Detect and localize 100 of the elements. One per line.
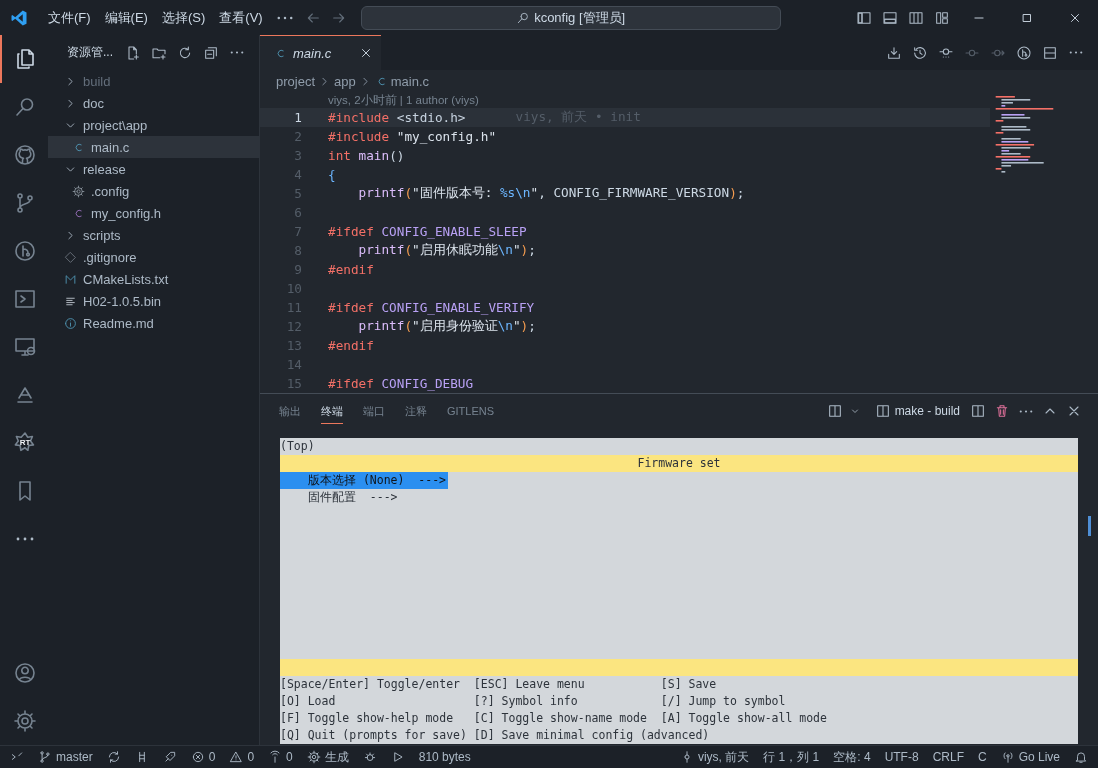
status-item[interactable]: 0 <box>264 750 297 764</box>
line-number: 7 <box>293 224 302 239</box>
broadcast-icon <box>1000 750 1015 764</box>
status-item[interactable]: Go Live <box>996 750 1064 764</box>
account-icon <box>13 661 37 685</box>
menu-entry[interactable]: 固件配置 ---> <box>280 489 400 506</box>
code-line: #endif <box>328 338 374 353</box>
line-number: 1 <box>293 110 302 125</box>
line-number: 6 <box>293 205 302 220</box>
tree-item[interactable]: doc <box>48 92 259 114</box>
menu-item[interactable]: 查看(V) <box>213 5 269 30</box>
antenna-icon <box>268 750 283 764</box>
line-number: 8 <box>293 243 302 258</box>
tree-item[interactable]: CMakeLists.txt <box>48 268 259 290</box>
status-item[interactable]: 生成 <box>302 748 353 766</box>
c-file-icon <box>274 46 287 60</box>
vscode-logo-icon <box>10 8 28 27</box>
panel-tab[interactable]: 注释 <box>405 398 427 424</box>
help-line: [Q] Quit (prompts for save) [D] Save minimal config (advanced) <box>280 727 711 744</box>
code-line: #ifdef CONFIG_ENABLE_VERIFY <box>328 300 535 315</box>
close-icon[interactable] <box>359 46 373 60</box>
status-item[interactable]: CRLF <box>928 750 968 764</box>
status-item[interactable]: 空格: 4 <box>829 748 875 766</box>
line-number: 9 <box>293 262 302 277</box>
status-item[interactable]: 行 1，列 1 <box>759 748 824 766</box>
terminal-selector[interactable]: make - build <box>872 401 960 421</box>
help-line: [O] Load [?] Symbol info [/] Jump to symbol <box>280 693 787 710</box>
logo-label: RT <box>18 438 32 448</box>
code-line: printf("启用休眠功能\n"); <box>357 242 536 259</box>
code-line: printf("固件版本号: %s\n", CONFIG_FIRMWARE_VERSION); <box>357 185 745 202</box>
panel-tab[interactable]: GITLENS <box>447 400 495 422</box>
terminal-screen[interactable] <box>280 438 1078 744</box>
menu-item[interactable]: 文件(F) <box>42 5 97 30</box>
diamond-icon <box>64 250 77 264</box>
line-number: 2 <box>293 129 302 144</box>
line-number: 4 <box>293 167 302 182</box>
help-line: [F] Toggle show-help mode [C] Toggle show-name mode [A] Toggle show-all mode <box>280 710 828 727</box>
explorer-title: 资源管... <box>67 44 113 61</box>
panel-tab[interactable]: 端口 <box>363 398 385 424</box>
editor-tab[interactable]: main.c <box>260 35 381 70</box>
settings-icon <box>13 709 37 733</box>
status-item[interactable]: 810 bytes <box>414 750 475 764</box>
panel-tab[interactable]: 输出 <box>279 398 301 424</box>
line-number: 3 <box>293 148 302 163</box>
tree-item[interactable]: release <box>48 158 259 180</box>
terminal-icon <box>13 287 37 311</box>
line-number: 15 <box>285 376 302 391</box>
line-number: 13 <box>285 338 302 353</box>
gear-icon <box>72 184 85 198</box>
status-item[interactable]: 0 <box>225 750 259 764</box>
status-item[interactable]: viys, 前天 <box>675 748 754 766</box>
line-number: 10 <box>285 281 302 296</box>
line-number: 14 <box>285 357 302 372</box>
tree-item[interactable]: H02-1.0.5.bin <box>48 290 259 312</box>
code-line: #include <stdio.h> <box>328 110 466 125</box>
tree-item[interactable]: main.c <box>48 136 259 158</box>
panel-tab[interactable]: 终端 <box>321 398 343 424</box>
breadcrumb-item[interactable]: main.c <box>390 73 430 89</box>
tree-item[interactable]: my_config.h <box>48 202 259 224</box>
line-number: 11 <box>285 300 302 315</box>
warning-icon <box>229 750 244 764</box>
codelens[interactable]: viys, 2小时前 | 1 author (viys) <box>328 92 479 108</box>
c-file-icon <box>72 206 85 220</box>
code-line: #include "my_config.h" <box>328 129 497 144</box>
code-line: #ifdef CONFIG_ENABLE_SLEEP <box>328 224 527 239</box>
menu-item[interactable]: 选择(S) <box>155 5 212 30</box>
breadcrumb-item[interactable]: project <box>276 73 316 89</box>
status-item[interactable]: UTF-8 <box>880 750 923 764</box>
code-line: #ifdef CONFIG_DEBUG <box>328 376 474 391</box>
command-center[interactable]: kconfig [管理员] <box>360 5 781 30</box>
code-line: printf("启用身份验证\n"); <box>357 318 536 335</box>
m-file-icon <box>64 272 77 286</box>
menu-title-bar: Firmware set <box>280 455 1078 472</box>
activity-item[interactable]: RT <box>0 419 48 467</box>
tree-item[interactable]: Readme.md <box>48 312 259 334</box>
code-line: int main() <box>328 148 405 163</box>
line-number: 5 <box>293 186 302 201</box>
search-icon <box>516 10 531 25</box>
help-line: [Space/Enter] Toggle/enter [ESC] Leave menu [S] Save <box>280 676 718 693</box>
code-line: { <box>328 167 336 182</box>
menu-item[interactable]: 编辑(E) <box>98 5 154 30</box>
line-number: 12 <box>285 319 302 334</box>
status-item[interactable]: 0 <box>186 750 220 764</box>
c-file-icon <box>72 140 85 154</box>
status-item[interactable]: C <box>973 750 991 764</box>
tree-item[interactable]: .config <box>48 180 259 202</box>
error-icon <box>190 750 205 764</box>
tree-item[interactable]: .gitignore <box>48 246 259 268</box>
code-line: #endif <box>328 262 374 277</box>
tree-item[interactable]: project\app <box>48 114 259 136</box>
branch-icon <box>38 750 52 764</box>
menu-entry[interactable]: 版本选择 (None) ---> <box>280 472 448 489</box>
github-icon <box>13 143 37 167</box>
gear-icon <box>306 750 321 764</box>
breadcrumb-item[interactable]: app <box>334 73 356 89</box>
tree-item[interactable]: scripts <box>48 224 259 246</box>
info-icon <box>64 316 77 330</box>
status-item[interactable]: master <box>34 750 97 764</box>
more-icon <box>16 537 34 541</box>
terminal-line: (Top) <box>280 438 316 455</box>
